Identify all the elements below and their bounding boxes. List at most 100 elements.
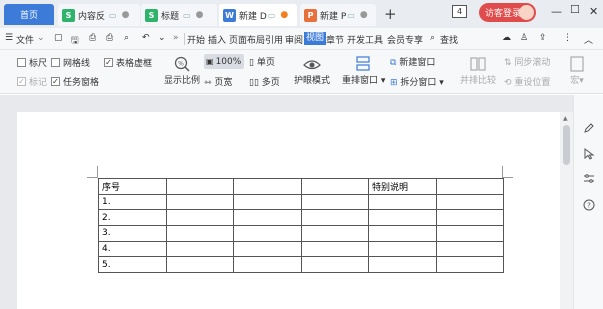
menu-insert[interactable]: 插入 — [208, 33, 226, 46]
adjust-icon[interactable] — [583, 173, 595, 185]
menu-member[interactable]: 会员专享 — [387, 33, 423, 46]
new-file-icon[interactable]: ▢ — [54, 33, 63, 43]
tab-content-feedback[interactable]: S 内容反 ▭ ● — [58, 4, 140, 26]
table-cell[interactable] — [435, 225, 504, 242]
table-cell[interactable] — [165, 225, 234, 242]
search-button[interactable]: 查找 — [440, 33, 458, 46]
zoom-100-button[interactable]: ▣ 100% — [204, 54, 244, 69]
table-cell[interactable]: 序号 — [98, 178, 167, 195]
search-icon[interactable]: ⌕ — [430, 33, 435, 43]
pen-icon[interactable] — [583, 122, 595, 134]
menu-review[interactable]: 审阅 — [285, 33, 303, 46]
table-cell[interactable] — [368, 225, 437, 242]
format-painter-icon[interactable]: ⌕ — [124, 33, 129, 43]
chevron-down-icon[interactable]: ⌄ — [37, 33, 45, 43]
table-cell[interactable] — [165, 209, 234, 227]
table-cell[interactable] — [435, 240, 504, 258]
table-cell[interactable] — [233, 193, 302, 211]
menu-developer[interactable]: 开发工具 — [347, 33, 383, 46]
tab-home[interactable]: 首页 — [4, 4, 54, 25]
table-cell[interactable] — [233, 225, 302, 242]
rearrange-window-button[interactable]: 重排窗口 ▾ — [342, 55, 385, 86]
side-by-side-button[interactable]: 并排比较 — [458, 55, 498, 86]
table-cell[interactable] — [233, 178, 302, 195]
scrollbar-thumb[interactable] — [563, 125, 570, 165]
print-preview-icon[interactable]: ⎙ — [89, 33, 96, 43]
sync-scroll-button[interactable]: ⇅ 同步滚动 — [504, 55, 550, 68]
table-cell[interactable]: 3. — [98, 225, 167, 242]
menu-start[interactable]: 开始 — [187, 33, 205, 46]
table-cell[interactable] — [435, 193, 504, 211]
tab-new-ppt[interactable]: P 新建 P ▭ ● — [300, 4, 376, 26]
table-cell[interactable]: 特别说明 — [368, 178, 437, 195]
table-cell[interactable] — [368, 209, 437, 227]
tab-title[interactable]: S 标题 ▭ ● — [141, 4, 217, 26]
more-icon[interactable]: » — [173, 33, 179, 43]
minimize-icon[interactable]: — — [551, 5, 562, 18]
table-cell[interactable] — [368, 193, 437, 211]
eye-protection-button[interactable]: 护眼模式 — [292, 55, 332, 86]
table-cell[interactable] — [368, 240, 437, 258]
split-window-button[interactable]: ⊞ 拆分窗口 ▾ — [390, 75, 444, 88]
share-icon[interactable]: ⇪ — [539, 33, 547, 43]
document-table[interactable]: 序号 特别说明 1. 2. 3. 4. 5. — [98, 178, 504, 274]
table-cell[interactable] — [435, 178, 504, 195]
task-pane-checkbox[interactable]: ✓ 任务窗格 — [51, 75, 99, 88]
table-cell[interactable] — [368, 256, 437, 274]
print-icon[interactable]: ⎙ — [106, 33, 113, 43]
new-tab-button[interactable]: + — [384, 5, 397, 23]
table-cell[interactable] — [300, 225, 369, 242]
table-cell[interactable] — [165, 240, 234, 258]
table-cell[interactable]: 2. — [98, 209, 167, 227]
table-cell[interactable] — [233, 240, 302, 258]
table-cell[interactable] — [300, 193, 369, 211]
markup-checkbox[interactable]: ✓ 标记 — [17, 75, 47, 88]
new-window-button[interactable]: ⧉ 新建窗口 — [390, 55, 435, 68]
table-cell[interactable]: 5. — [98, 256, 167, 274]
table-cell[interactable] — [165, 193, 234, 211]
table-cell[interactable]: 4. — [98, 240, 167, 258]
table-cell[interactable] — [435, 209, 504, 227]
gridlines-checkbox[interactable]: 网格线 — [51, 56, 90, 69]
table-cell[interactable] — [300, 256, 369, 274]
vertical-scrollbar[interactable]: ▲ — [560, 112, 573, 309]
reset-position-button[interactable]: ⟲ 重设位置 — [504, 75, 550, 88]
close-icon[interactable]: ✕ — [589, 5, 598, 18]
maximize-icon[interactable]: ☐ — [570, 3, 580, 16]
table-cell[interactable] — [233, 209, 302, 227]
table-cell[interactable] — [435, 256, 504, 274]
table-gridlines-checkbox[interactable]: ✓ 表格虚框 — [104, 56, 152, 69]
table-cell[interactable] — [300, 178, 369, 195]
cloud-icon[interactable]: ☁ — [502, 33, 511, 43]
hamburger-icon[interactable]: ☰ — [5, 33, 13, 43]
menu-chapter[interactable]: 章节 — [326, 33, 344, 46]
table-cell[interactable] — [300, 240, 369, 258]
menu-file[interactable]: 文件 — [16, 33, 34, 46]
guest-login-button[interactable]: 访客登录 — [479, 3, 536, 22]
menu-page-layout[interactable]: 页面布局 — [229, 33, 265, 46]
display-ratio-button[interactable]: % 显示比例 — [162, 55, 202, 86]
macro-button[interactable]: 宏▾ — [566, 55, 588, 86]
save-icon[interactable]: 🖫 — [71, 33, 79, 49]
page-width-button[interactable]: ⇿ 页宽 — [204, 75, 232, 88]
collapse-ribbon-icon[interactable]: ︿ — [584, 33, 593, 46]
table-cell[interactable] — [233, 256, 302, 274]
ruler-checkbox[interactable]: 标尺 — [17, 56, 47, 69]
help-icon[interactable]: ? — [583, 199, 595, 211]
cursor-icon[interactable] — [583, 148, 595, 160]
share-user-icon[interactable]: ♙ — [520, 33, 528, 43]
multi-page-button[interactable]: ▯▯ 多页 — [249, 75, 280, 88]
single-page-button[interactable]: ▯ 单页 — [249, 55, 275, 68]
table-cell[interactable] — [300, 209, 369, 227]
scroll-up-icon[interactable]: ▲ — [563, 115, 568, 122]
table-cell[interactable] — [165, 256, 234, 274]
undo-icon[interactable]: ↶ — [142, 33, 150, 43]
menu-reference[interactable]: 引用 — [265, 33, 283, 46]
more-options-icon[interactable]: ⋮ — [563, 33, 572, 43]
table-cell[interactable]: 1. — [98, 193, 167, 211]
window-count-badge[interactable]: 4 — [452, 5, 467, 18]
table-cell[interactable] — [165, 178, 234, 195]
menu-view[interactable]: 视图 — [304, 32, 327, 45]
redo-dropdown-icon[interactable]: ⌄ — [158, 33, 166, 43]
tab-new-doc[interactable]: W 新建 D ▭ ● — [219, 4, 297, 26]
